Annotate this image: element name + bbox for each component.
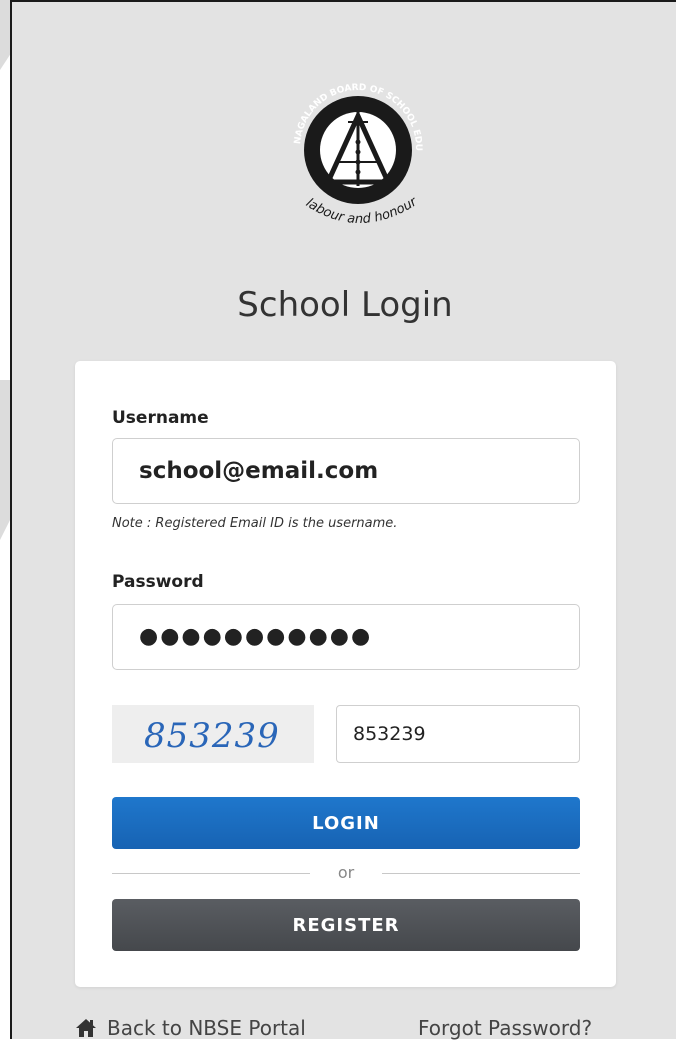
back-link-label: Back to NBSE Portal <box>107 1016 306 1040</box>
back-to-portal-link[interactable]: Back to NBSE Portal <box>75 1016 306 1040</box>
captcha-image: 853239 <box>112 705 314 763</box>
or-divider: or <box>112 861 580 885</box>
username-input[interactable] <box>112 438 580 504</box>
captcha-input[interactable] <box>336 705 580 763</box>
captcha-text: 853239 <box>144 716 280 756</box>
home-icon <box>76 1019 96 1037</box>
login-button[interactable]: LOGIN <box>112 797 580 849</box>
register-button[interactable]: REGISTER <box>112 899 580 951</box>
login-card: Username Note : Registered Email ID is t… <box>75 361 616 987</box>
divider-line-right <box>382 873 580 874</box>
forgot-password-link[interactable]: Forgot Password? <box>418 1016 592 1040</box>
password-label: Password <box>112 572 204 592</box>
username-label: Username <box>112 408 209 428</box>
page-title: School Login <box>237 285 453 325</box>
nbse-logo: NAGALAND BOARD OF SCHOOL EDUCATION labou… <box>278 58 423 227</box>
password-input[interactable]: ●●●●●●●●●●● <box>112 604 580 670</box>
username-note: Note : Registered Email ID is the userna… <box>112 516 398 531</box>
login-panel: NAGALAND BOARD OF SCHOOL EDUCATION labou… <box>10 0 676 1040</box>
